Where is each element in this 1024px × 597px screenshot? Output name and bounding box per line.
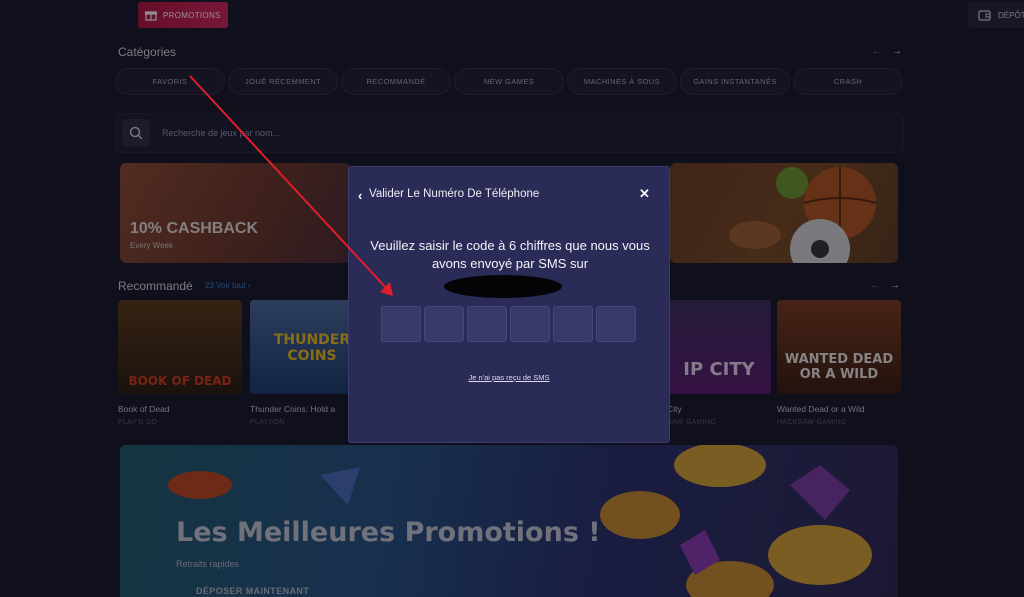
code-digit-input[interactable] [553,306,593,342]
close-icon[interactable]: ✕ [639,186,650,202]
code-input-row [381,306,636,342]
code-digit-input[interactable] [596,306,636,342]
modal-title: Valider Le Numéro De Téléphone [369,188,540,200]
resend-sms-link[interactable]: Je n'ai pas reçu de SMS [349,373,669,382]
code-digit-input[interactable] [381,306,421,342]
redacted-phone-number [444,275,562,298]
code-digit-input[interactable] [510,306,550,342]
code-digit-input[interactable] [424,306,464,342]
code-digit-input[interactable] [467,306,507,342]
modal-instruction: Veuillez saisir le code à 6 chiffres que… [370,238,650,271]
phone-verification-modal: ‹ Valider Le Numéro De Téléphone ✕ Veuil… [348,166,670,443]
back-chevron-icon[interactable]: ‹ [358,188,362,203]
